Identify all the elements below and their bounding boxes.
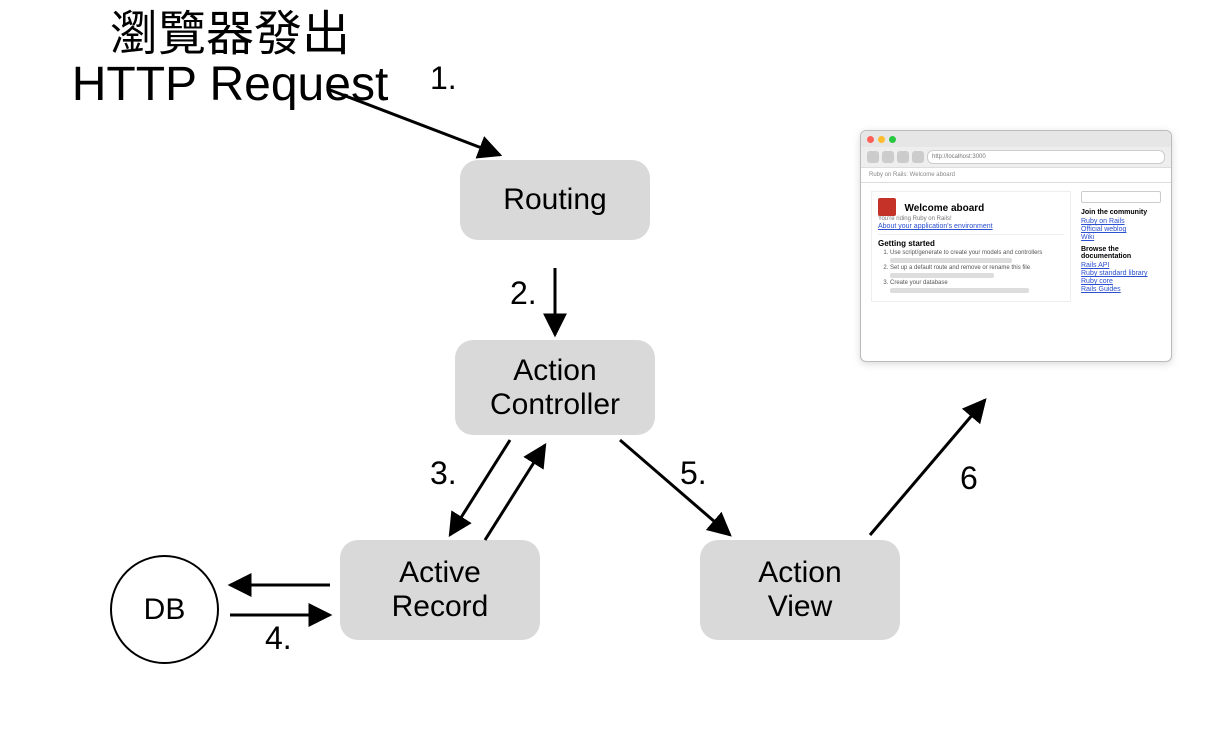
source-line-1: 瀏覽器發出 xyxy=(40,10,420,60)
node-routing: Routing xyxy=(460,160,650,240)
rails-logo-icon xyxy=(878,198,896,216)
browser-toolbar: http://localhost:3000 xyxy=(861,147,1171,168)
step-number-2: 2. xyxy=(510,275,537,312)
node-controller-l2: Controller xyxy=(490,388,620,422)
zoom-icon xyxy=(889,136,896,143)
node-controller-l1: Action xyxy=(513,354,596,388)
window-titlebar xyxy=(861,131,1171,147)
forward-icon xyxy=(882,151,894,163)
node-db-label: DB xyxy=(144,593,186,627)
docs-heading: Browse the documentation xyxy=(1081,246,1161,260)
node-view-l2: View xyxy=(768,590,832,624)
step-2: Set up a default route and remove or ren… xyxy=(890,265,1064,271)
community-link-3: Wiki xyxy=(1081,234,1161,241)
node-action-controller: Action Controller xyxy=(455,340,655,435)
node-db: DB xyxy=(110,555,219,664)
welcome-heading: Welcome aboard xyxy=(904,203,984,214)
community-link-1: Ruby on Rails xyxy=(1081,218,1161,225)
source-label: 瀏覽器發出 HTTP Request xyxy=(40,10,420,111)
community-link-2: Official weblog xyxy=(1081,226,1161,233)
community-heading: Join the community xyxy=(1081,209,1161,216)
getting-started-heading: Getting started xyxy=(878,239,1064,248)
step-number-5: 5. xyxy=(680,455,707,492)
minimize-icon xyxy=(878,136,885,143)
docs-link-3: Ruby core xyxy=(1081,278,1161,285)
home-icon xyxy=(912,151,924,163)
arrow-3-up xyxy=(485,445,545,540)
node-routing-label: Routing xyxy=(503,183,606,217)
node-record-l1: Active xyxy=(399,556,481,590)
step-1: Use script/generate to create your model… xyxy=(890,250,1064,256)
back-icon xyxy=(867,151,879,163)
step-3: Create your database xyxy=(890,280,1064,286)
docs-link-1: Rails API xyxy=(1081,262,1161,269)
docs-link-4: Rails Guides xyxy=(1081,286,1161,293)
node-view-l1: Action xyxy=(758,556,841,590)
source-line-2: HTTP Request xyxy=(40,60,420,110)
step-number-1: 1. xyxy=(430,60,457,97)
step-number-6: 6 xyxy=(960,460,978,497)
env-link: About your application's environment xyxy=(878,223,1064,230)
node-active-record: Active Record xyxy=(340,540,540,640)
arrow-5 xyxy=(620,440,730,535)
browser-window-preview: http://localhost:3000 Ruby on Rails: Wel… xyxy=(860,130,1172,362)
welcome-subheading: You're riding Ruby on Rails! xyxy=(878,216,1064,222)
search-box xyxy=(1081,191,1161,203)
close-icon xyxy=(867,136,874,143)
page-body: Welcome aboard You're riding Ruby on Rai… xyxy=(861,183,1171,310)
url-bar: http://localhost:3000 xyxy=(927,150,1165,164)
arrow-3-down xyxy=(450,440,510,535)
page-sidebar: Join the community Ruby on Rails Officia… xyxy=(1081,191,1161,302)
step-number-4: 4. xyxy=(265,620,292,657)
page-main: Welcome aboard You're riding Ruby on Rai… xyxy=(871,191,1071,302)
docs-link-2: Ruby standard library xyxy=(1081,270,1161,277)
step-number-3: 3. xyxy=(430,455,457,492)
node-action-view: Action View xyxy=(700,540,900,640)
browser-tab: Ruby on Rails: Welcome aboard xyxy=(861,168,1171,183)
node-record-l2: Record xyxy=(392,590,489,624)
reload-icon xyxy=(897,151,909,163)
